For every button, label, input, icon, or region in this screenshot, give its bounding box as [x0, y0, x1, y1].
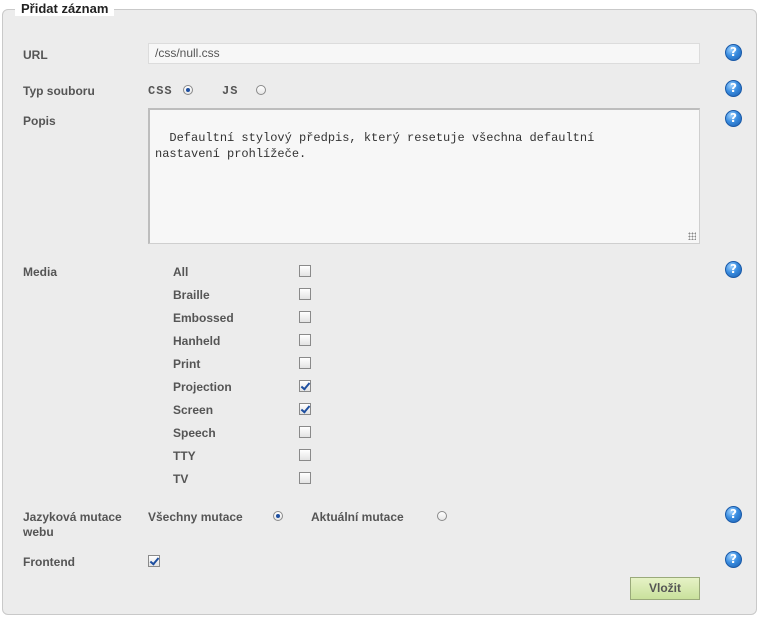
form-title: Přidat záznam [15, 1, 115, 16]
language-all-radio[interactable] [273, 511, 283, 521]
description-text: Defaultní stylový předpis, který resetuj… [155, 131, 595, 161]
file-type-option-js-label: JS [222, 84, 239, 98]
media-tv-checkbox[interactable] [299, 472, 311, 484]
media-option-tv-label: TV [173, 472, 189, 486]
media-option-embossed-label: Embossed [173, 311, 234, 325]
language-all-label: Všechny mutace [148, 510, 243, 524]
help-icon-language[interactable]: ? [725, 506, 742, 523]
file-type-js-radio[interactable] [256, 85, 266, 95]
media-screen-checkbox[interactable] [299, 403, 311, 415]
media-label: Media [23, 265, 58, 279]
submit-button[interactable]: Vložit [630, 577, 700, 600]
media-option-print-label: Print [173, 357, 201, 371]
media-speech-checkbox[interactable] [299, 426, 311, 438]
media-option-braille-label: Braille [173, 288, 210, 302]
media-option-speech-label: Speech [173, 426, 216, 440]
media-print-checkbox[interactable] [299, 357, 311, 369]
media-all-checkbox[interactable] [299, 265, 311, 277]
url-input[interactable]: /css/null.css [148, 43, 700, 64]
media-option-hanheld-label: Hanheld [173, 334, 221, 348]
frontend-label: Frontend [23, 555, 75, 569]
media-option-tty-label: TTY [173, 449, 196, 463]
file-type-css-radio[interactable] [183, 85, 193, 95]
help-icon-media[interactable]: ? [725, 261, 742, 278]
media-braille-checkbox[interactable] [299, 288, 311, 300]
language-label-line2: webu [23, 525, 54, 539]
description-textarea[interactable]: Defaultní stylový předpis, který resetuj… [148, 108, 700, 244]
frontend-checkbox[interactable] [148, 555, 160, 567]
language-current-label: Aktuální mutace [311, 510, 404, 524]
description-label: Popis [23, 114, 56, 128]
url-label: URL [23, 48, 48, 62]
help-icon-frontend[interactable]: ? [725, 551, 742, 568]
media-option-all-label: All [173, 265, 189, 279]
language-label-line1: Jazyková mutace [23, 510, 122, 524]
help-icon-file-type[interactable]: ? [725, 80, 742, 97]
language-label: Jazyková mutace webu [23, 510, 122, 540]
help-icon-description[interactable]: ? [725, 110, 742, 127]
media-option-screen-label: Screen [173, 403, 214, 417]
media-projection-checkbox[interactable] [299, 380, 311, 392]
file-type-label: Typ souboru [23, 84, 95, 98]
file-type-option-css-label: CSS [148, 84, 173, 98]
media-embossed-checkbox[interactable] [299, 311, 311, 323]
media-option-projection-label: Projection [173, 380, 232, 394]
language-current-radio[interactable] [437, 511, 447, 521]
media-hanheld-checkbox[interactable] [299, 334, 311, 346]
resize-grip-icon[interactable] [688, 232, 696, 240]
media-tty-checkbox[interactable] [299, 449, 311, 461]
help-icon-url[interactable]: ? [725, 44, 742, 61]
